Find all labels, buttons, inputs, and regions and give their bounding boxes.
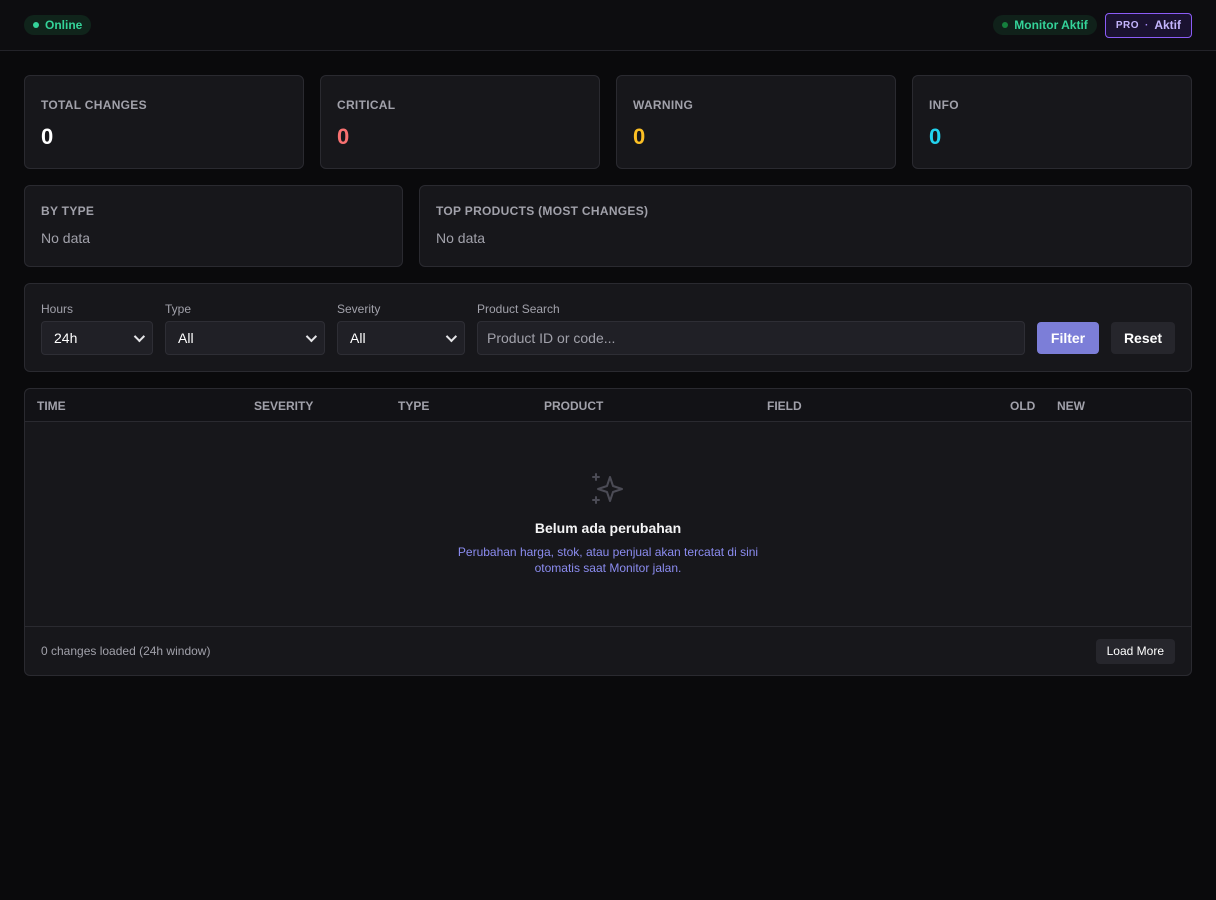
monitor-dot-icon [1002, 22, 1009, 28]
table-body-empty-state: Belum ada perubahan Perubahan harga, sto… [25, 422, 1191, 627]
table-footer: 0 changes loaded (24h window) Load More [25, 627, 1191, 675]
hours-label: Hours [41, 302, 74, 316]
column-header-time[interactable]: TIME [37, 399, 66, 413]
loaded-count-text: 0 changes loaded (24h window) [41, 644, 211, 658]
type-select-value: All [178, 330, 194, 346]
stat-card-warning: WARNING 0 [616, 75, 896, 169]
by-type-title: BY TYPE [41, 204, 95, 218]
stat-value: 0 [337, 124, 350, 149]
by-type-empty: No data [41, 230, 91, 246]
stat-value: 0 [633, 124, 646, 149]
product-search-input[interactable] [477, 321, 1025, 355]
load-more-button[interactable]: Load More [1095, 638, 1175, 664]
severity-label: Severity [337, 302, 381, 316]
stat-value: 0 [41, 124, 54, 149]
empty-state-title: Belum ada perubahan [534, 520, 682, 536]
reset-button[interactable]: Reset [1111, 322, 1175, 354]
main-content: TOTAL CHANGES 0 CRITICAL 0 WARNING 0 INF… [0, 51, 1216, 676]
top-bar: Online Monitor Aktif PRO · Aktif [0, 0, 1216, 51]
breakdown-row: BY TYPE No data TOP PRODUCTS (MOST CHANG… [24, 185, 1192, 267]
stat-value: 0 [929, 124, 942, 149]
stat-card-info: INFO 0 [912, 75, 1192, 169]
column-header-old[interactable]: OLD [1010, 399, 1035, 413]
sparkles-icon [592, 473, 623, 504]
chevron-down-icon [305, 330, 318, 343]
stat-label: WARNING [633, 98, 694, 112]
online-status-label: Online [45, 18, 83, 32]
hours-filter: Hours 24h [41, 302, 153, 355]
type-filter: Type All [165, 302, 325, 355]
top-products-empty: No data [436, 230, 486, 246]
top-products-title: TOP PRODUCTS (MOST CHANGES) [436, 204, 649, 218]
product-search-label: Product Search [477, 302, 560, 316]
filter-bar: Hours 24h Type All Severity All Product … [24, 283, 1192, 372]
empty-state-description: Perubahan harga, stok, atau penjual akan… [457, 545, 759, 575]
monitor-status-badge: Monitor Aktif [993, 15, 1097, 35]
plan-state: Aktif [1154, 18, 1181, 32]
column-header-product[interactable]: PRODUCT [544, 399, 603, 413]
filter-button[interactable]: Filter [1037, 322, 1100, 354]
product-search-filter: Product Search [477, 302, 1025, 355]
by-type-panel: BY TYPE No data [24, 185, 403, 267]
severity-select[interactable]: All [337, 321, 465, 355]
monitor-status-label: Monitor Aktif [1014, 18, 1088, 32]
stat-card-critical: CRITICAL 0 [320, 75, 600, 169]
column-header-severity[interactable]: SEVERITY [254, 399, 313, 413]
stat-label: TOTAL CHANGES [41, 98, 147, 112]
plan-separator: · [1144, 19, 1149, 31]
table-header: TIME SEVERITY TYPE PRODUCT FIELD OLD NEW [25, 389, 1191, 422]
chevron-down-icon [445, 330, 458, 343]
severity-filter: Severity All [337, 302, 465, 355]
column-header-type[interactable]: TYPE [398, 399, 429, 413]
top-right-group: Monitor Aktif PRO · Aktif [993, 12, 1192, 38]
severity-select-value: All [350, 330, 366, 346]
stats-row: TOTAL CHANGES 0 CRITICAL 0 WARNING 0 INF… [24, 75, 1192, 169]
stat-card-total-changes: TOTAL CHANGES 0 [24, 75, 304, 169]
hours-select[interactable]: 24h [41, 321, 153, 355]
top-products-panel: TOP PRODUCTS (MOST CHANGES) No data [419, 185, 1192, 267]
stat-label: CRITICAL [337, 98, 396, 112]
plan-name: PRO [1115, 19, 1139, 31]
changes-table: TIME SEVERITY TYPE PRODUCT FIELD OLD NEW… [24, 388, 1192, 676]
type-label: Type [165, 302, 192, 316]
hours-select-value: 24h [54, 330, 78, 346]
status-dot-icon [33, 22, 39, 28]
column-header-field[interactable]: FIELD [767, 399, 802, 413]
chevron-down-icon [133, 330, 146, 343]
pro-plan-badge[interactable]: PRO · Aktif [1104, 12, 1192, 38]
type-select[interactable]: All [165, 321, 325, 355]
column-header-new[interactable]: NEW [1057, 399, 1085, 413]
online-status-badge: Online [24, 15, 92, 35]
stat-label: INFO [929, 98, 959, 112]
